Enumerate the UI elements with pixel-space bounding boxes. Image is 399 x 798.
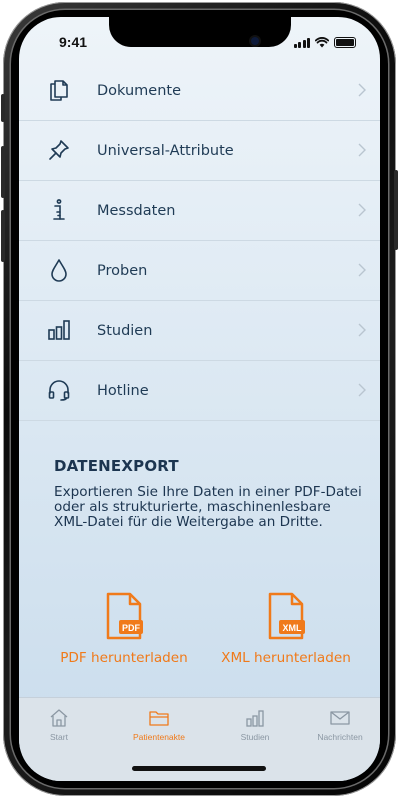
battery-icon xyxy=(334,37,356,48)
headset-icon xyxy=(48,380,70,401)
chevron-right-icon xyxy=(358,83,366,97)
mail-icon xyxy=(330,711,350,725)
volume-down-button xyxy=(1,210,5,262)
xml-badge: XML xyxy=(283,623,303,633)
pdf-badge: PDF xyxy=(122,623,141,633)
menu-item-label: Hotline xyxy=(97,382,149,399)
xml-file-icon: XML xyxy=(268,592,305,640)
export-title: DATENEXPORT xyxy=(54,457,179,475)
bar-chart-icon xyxy=(48,320,70,340)
menu-item-studien[interactable]: Studien xyxy=(19,301,380,361)
tab-patientenakte[interactable]: Patientenakte xyxy=(119,708,199,742)
home-indicator[interactable] xyxy=(132,766,266,771)
tab-start[interactable]: Start xyxy=(19,708,99,742)
chevron-right-icon xyxy=(358,323,366,337)
pdf-download-label: PDF herunterladen xyxy=(60,650,188,666)
menu-item-label: Universal-Attribute xyxy=(97,142,234,159)
tab-label: Patientenakte xyxy=(133,732,185,742)
menu-item-universal-attribute[interactable]: Universal-Attribute xyxy=(19,121,380,181)
bar-chart-icon xyxy=(246,710,264,727)
tab-label: Nachrichten xyxy=(317,732,363,742)
tab-nachrichten[interactable]: Nachrichten xyxy=(300,708,380,742)
wifi-icon xyxy=(315,37,329,48)
export-description: Exportieren Sie Ihre Daten in einer PDF-… xyxy=(54,484,362,530)
notch xyxy=(109,17,291,47)
pin-icon xyxy=(49,140,69,160)
menu-item-label: Dokumente xyxy=(97,82,182,99)
measure-icon xyxy=(53,199,65,220)
export-section: DATENEXPORT Exportieren Sie Ihre Daten i… xyxy=(54,457,364,530)
menu-list: Dokumente Universal-Attribute Messdaten … xyxy=(19,61,380,421)
home-icon xyxy=(50,709,68,727)
menu-item-label: Proben xyxy=(97,262,148,279)
status-time: 9:41 xyxy=(59,34,88,50)
pdf-file-icon: PDF xyxy=(106,592,143,640)
tab-label: Studien xyxy=(240,732,270,742)
signal-icon xyxy=(293,37,310,48)
drop-icon xyxy=(51,259,67,282)
pdf-download-button[interactable]: PDF PDF herunterladen xyxy=(49,592,199,666)
xml-download-label: XML herunterladen xyxy=(221,650,351,666)
tab-label: Start xyxy=(50,732,68,742)
menu-item-label: Studien xyxy=(97,322,153,339)
chevron-right-icon xyxy=(358,143,366,157)
chevron-right-icon xyxy=(358,203,366,217)
xml-download-button[interactable]: XML XML herunterladen xyxy=(211,592,361,666)
mute-switch xyxy=(1,94,5,122)
volume-up-button xyxy=(1,146,5,198)
status-icons xyxy=(293,37,356,48)
tab-studien[interactable]: Studien xyxy=(215,708,295,742)
document-icon xyxy=(50,80,68,101)
menu-item-hotline[interactable]: Hotline xyxy=(19,361,380,421)
menu-item-messdaten[interactable]: Messdaten xyxy=(19,181,380,241)
menu-item-label: Messdaten xyxy=(97,202,176,219)
menu-item-dokumente[interactable]: Dokumente xyxy=(19,61,380,121)
front-camera xyxy=(251,37,259,45)
screen: 9:41 Dokumente Universal-Attribute Messd… xyxy=(19,17,380,781)
menu-item-proben[interactable]: Proben xyxy=(19,241,380,301)
chevron-right-icon xyxy=(358,263,366,277)
folder-icon xyxy=(149,711,169,726)
power-button xyxy=(394,170,398,250)
chevron-right-icon xyxy=(358,383,366,397)
